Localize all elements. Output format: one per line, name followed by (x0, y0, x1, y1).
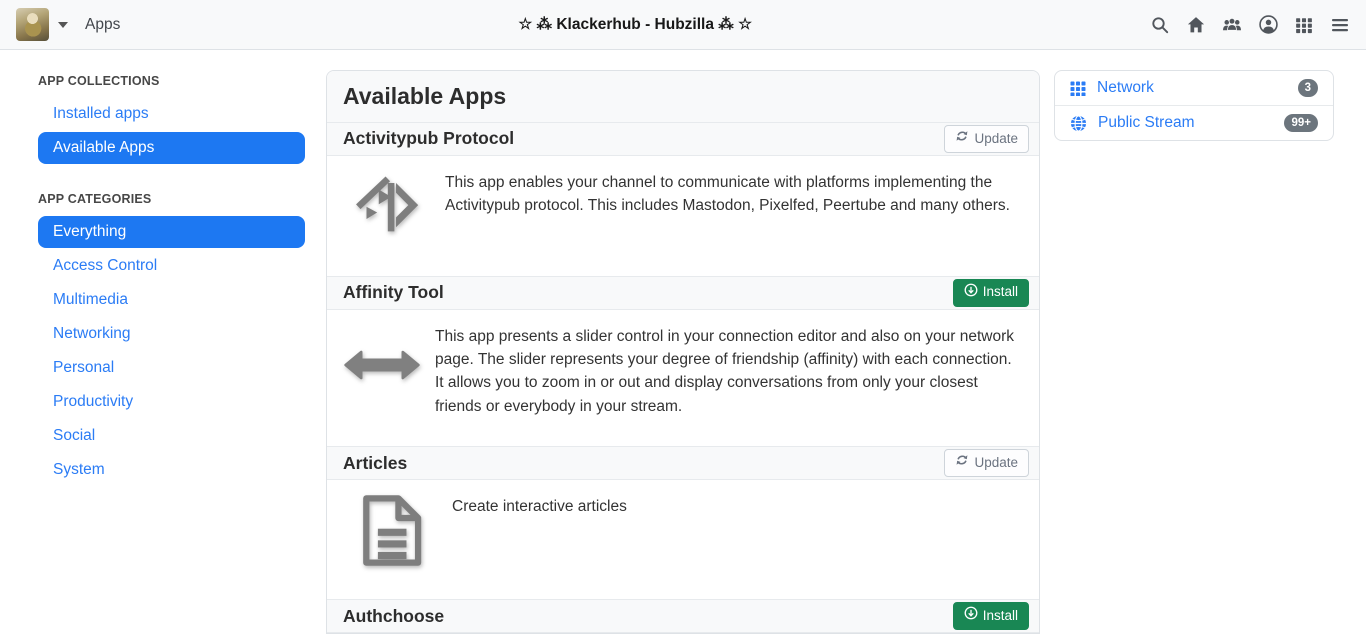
globe-icon (1070, 115, 1087, 132)
sidebar-link-available-apps[interactable]: Available Apps (38, 132, 305, 164)
sidebar-item-multimedia: Multimedia (38, 284, 305, 316)
network-count-badge: 3 (1298, 79, 1318, 97)
sidebar-item-productivity: Productivity (38, 386, 305, 418)
install-button[interactable]: Install (953, 602, 1029, 630)
refresh-icon (955, 129, 969, 149)
page-title: Available Apps (343, 83, 1023, 110)
update-button[interactable]: Update (944, 449, 1029, 477)
button-label: Install (983, 607, 1018, 626)
app-collections-list: Installed apps Available Apps (38, 98, 305, 164)
menu-icon[interactable] (1330, 15, 1350, 35)
sidebar-item-available-apps: Available Apps (38, 132, 305, 164)
network-label: Network (1097, 79, 1154, 97)
navbar-icons (1150, 15, 1350, 35)
public-stream-count-badge: 99+ (1284, 114, 1318, 132)
app-name: Authchoose (343, 606, 444, 627)
app-section-activitypub: Activitypub Protocol Update (327, 122, 1039, 276)
public-stream-label: Public Stream (1098, 114, 1194, 132)
sidebar-item-social: Social (38, 420, 305, 452)
button-label: Install (983, 283, 1018, 302)
download-circle-icon (964, 606, 978, 626)
sidebar-item-access-control: Access Control (38, 250, 305, 282)
panel-header: Available Apps (327, 71, 1039, 122)
activitypub-logo-icon (343, 169, 431, 263)
app-body: This app enables your channel to communi… (327, 156, 1039, 276)
sidebar-link-productivity[interactable]: Productivity (38, 386, 305, 418)
connections-icon[interactable] (1222, 15, 1242, 35)
search-icon[interactable] (1150, 15, 1170, 35)
app-section-affinity-tool: Affinity Tool Install This app presents … (327, 276, 1039, 446)
network-grid-icon (1070, 80, 1086, 96)
sidebar-link-access-control[interactable]: Access Control (38, 250, 305, 282)
sidebar-link-personal[interactable]: Personal (38, 352, 305, 384)
stream-links-widget: Network 3 Public Stream 99+ (1054, 70, 1334, 141)
app-name: Affinity Tool (343, 282, 444, 303)
button-label: Update (974, 454, 1018, 473)
article-document-icon (353, 493, 426, 586)
app-header: Affinity Tool Install (327, 276, 1039, 310)
sidebar-item-networking: Networking (38, 318, 305, 350)
network-link[interactable]: Network 3 (1055, 71, 1333, 105)
sidebar-link-everything[interactable]: Everything (38, 216, 305, 248)
app-collections-heading: APP COLLECTIONS (38, 74, 305, 88)
sidebar-item-installed-apps: Installed apps (38, 98, 305, 130)
app-section-authchoose: Authchoose Install (327, 599, 1039, 633)
app-description: This app enables your channel to communi… (445, 171, 1023, 248)
account-icon[interactable] (1258, 15, 1278, 35)
channel-avatar[interactable] (16, 8, 49, 41)
app-body: Create interactive articles (327, 480, 1039, 599)
sidebar-link-installed-apps[interactable]: Installed apps (38, 98, 305, 130)
install-button[interactable]: Install (953, 279, 1029, 307)
right-sidebar: Network 3 Public Stream 99+ (1054, 70, 1334, 141)
button-label: Update (974, 130, 1018, 149)
download-circle-icon (964, 283, 978, 303)
app-categories-heading: APP CATEGORIES (38, 192, 305, 206)
app-categories-list: Everything Access Control Multimedia Net… (38, 216, 305, 486)
sidebar-link-multimedia[interactable]: Multimedia (38, 284, 305, 316)
app-section-articles: Articles Update Cr (327, 446, 1039, 599)
update-button[interactable]: Update (944, 125, 1029, 153)
sidebar-item-personal: Personal (38, 352, 305, 384)
home-icon[interactable] (1186, 15, 1206, 35)
sidebar-item-system: System (38, 454, 305, 486)
app-name: Activitypub Protocol (343, 128, 514, 149)
left-sidebar: APP COLLECTIONS Installed apps Available… (0, 50, 326, 488)
app-header: Authchoose Install (327, 599, 1039, 633)
sidebar-link-system[interactable]: System (38, 454, 305, 486)
sidebar-link-networking[interactable]: Networking (38, 318, 305, 350)
app-description: Create interactive articles (452, 495, 627, 571)
top-navbar: Apps ☆ ⁂ Klackerhub - Hubzilla ⁂ ☆ (0, 0, 1366, 50)
available-apps-panel: Available Apps Activitypub Protocol Upda… (326, 70, 1040, 634)
sidebar-link-social[interactable]: Social (38, 420, 305, 452)
app-header: Activitypub Protocol Update (327, 122, 1039, 156)
app-menu-label[interactable]: Apps (85, 16, 120, 34)
apps-grid-icon[interactable] (1294, 15, 1314, 35)
chevron-down-icon[interactable] (58, 22, 68, 28)
app-body: This app presents a slider control in yo… (327, 310, 1039, 447)
public-stream-link[interactable]: Public Stream 99+ (1055, 105, 1333, 140)
app-header: Articles Update (327, 446, 1039, 480)
affinity-slider-icon (343, 345, 421, 434)
app-name: Articles (343, 453, 407, 474)
site-title: ☆ ⁂ Klackerhub - Hubzilla ⁂ ☆ (120, 15, 1150, 34)
refresh-icon (955, 453, 969, 473)
sidebar-item-everything: Everything (38, 216, 305, 248)
channel-menu: Apps (16, 8, 120, 41)
app-description: This app presents a slider control in yo… (435, 325, 1023, 418)
